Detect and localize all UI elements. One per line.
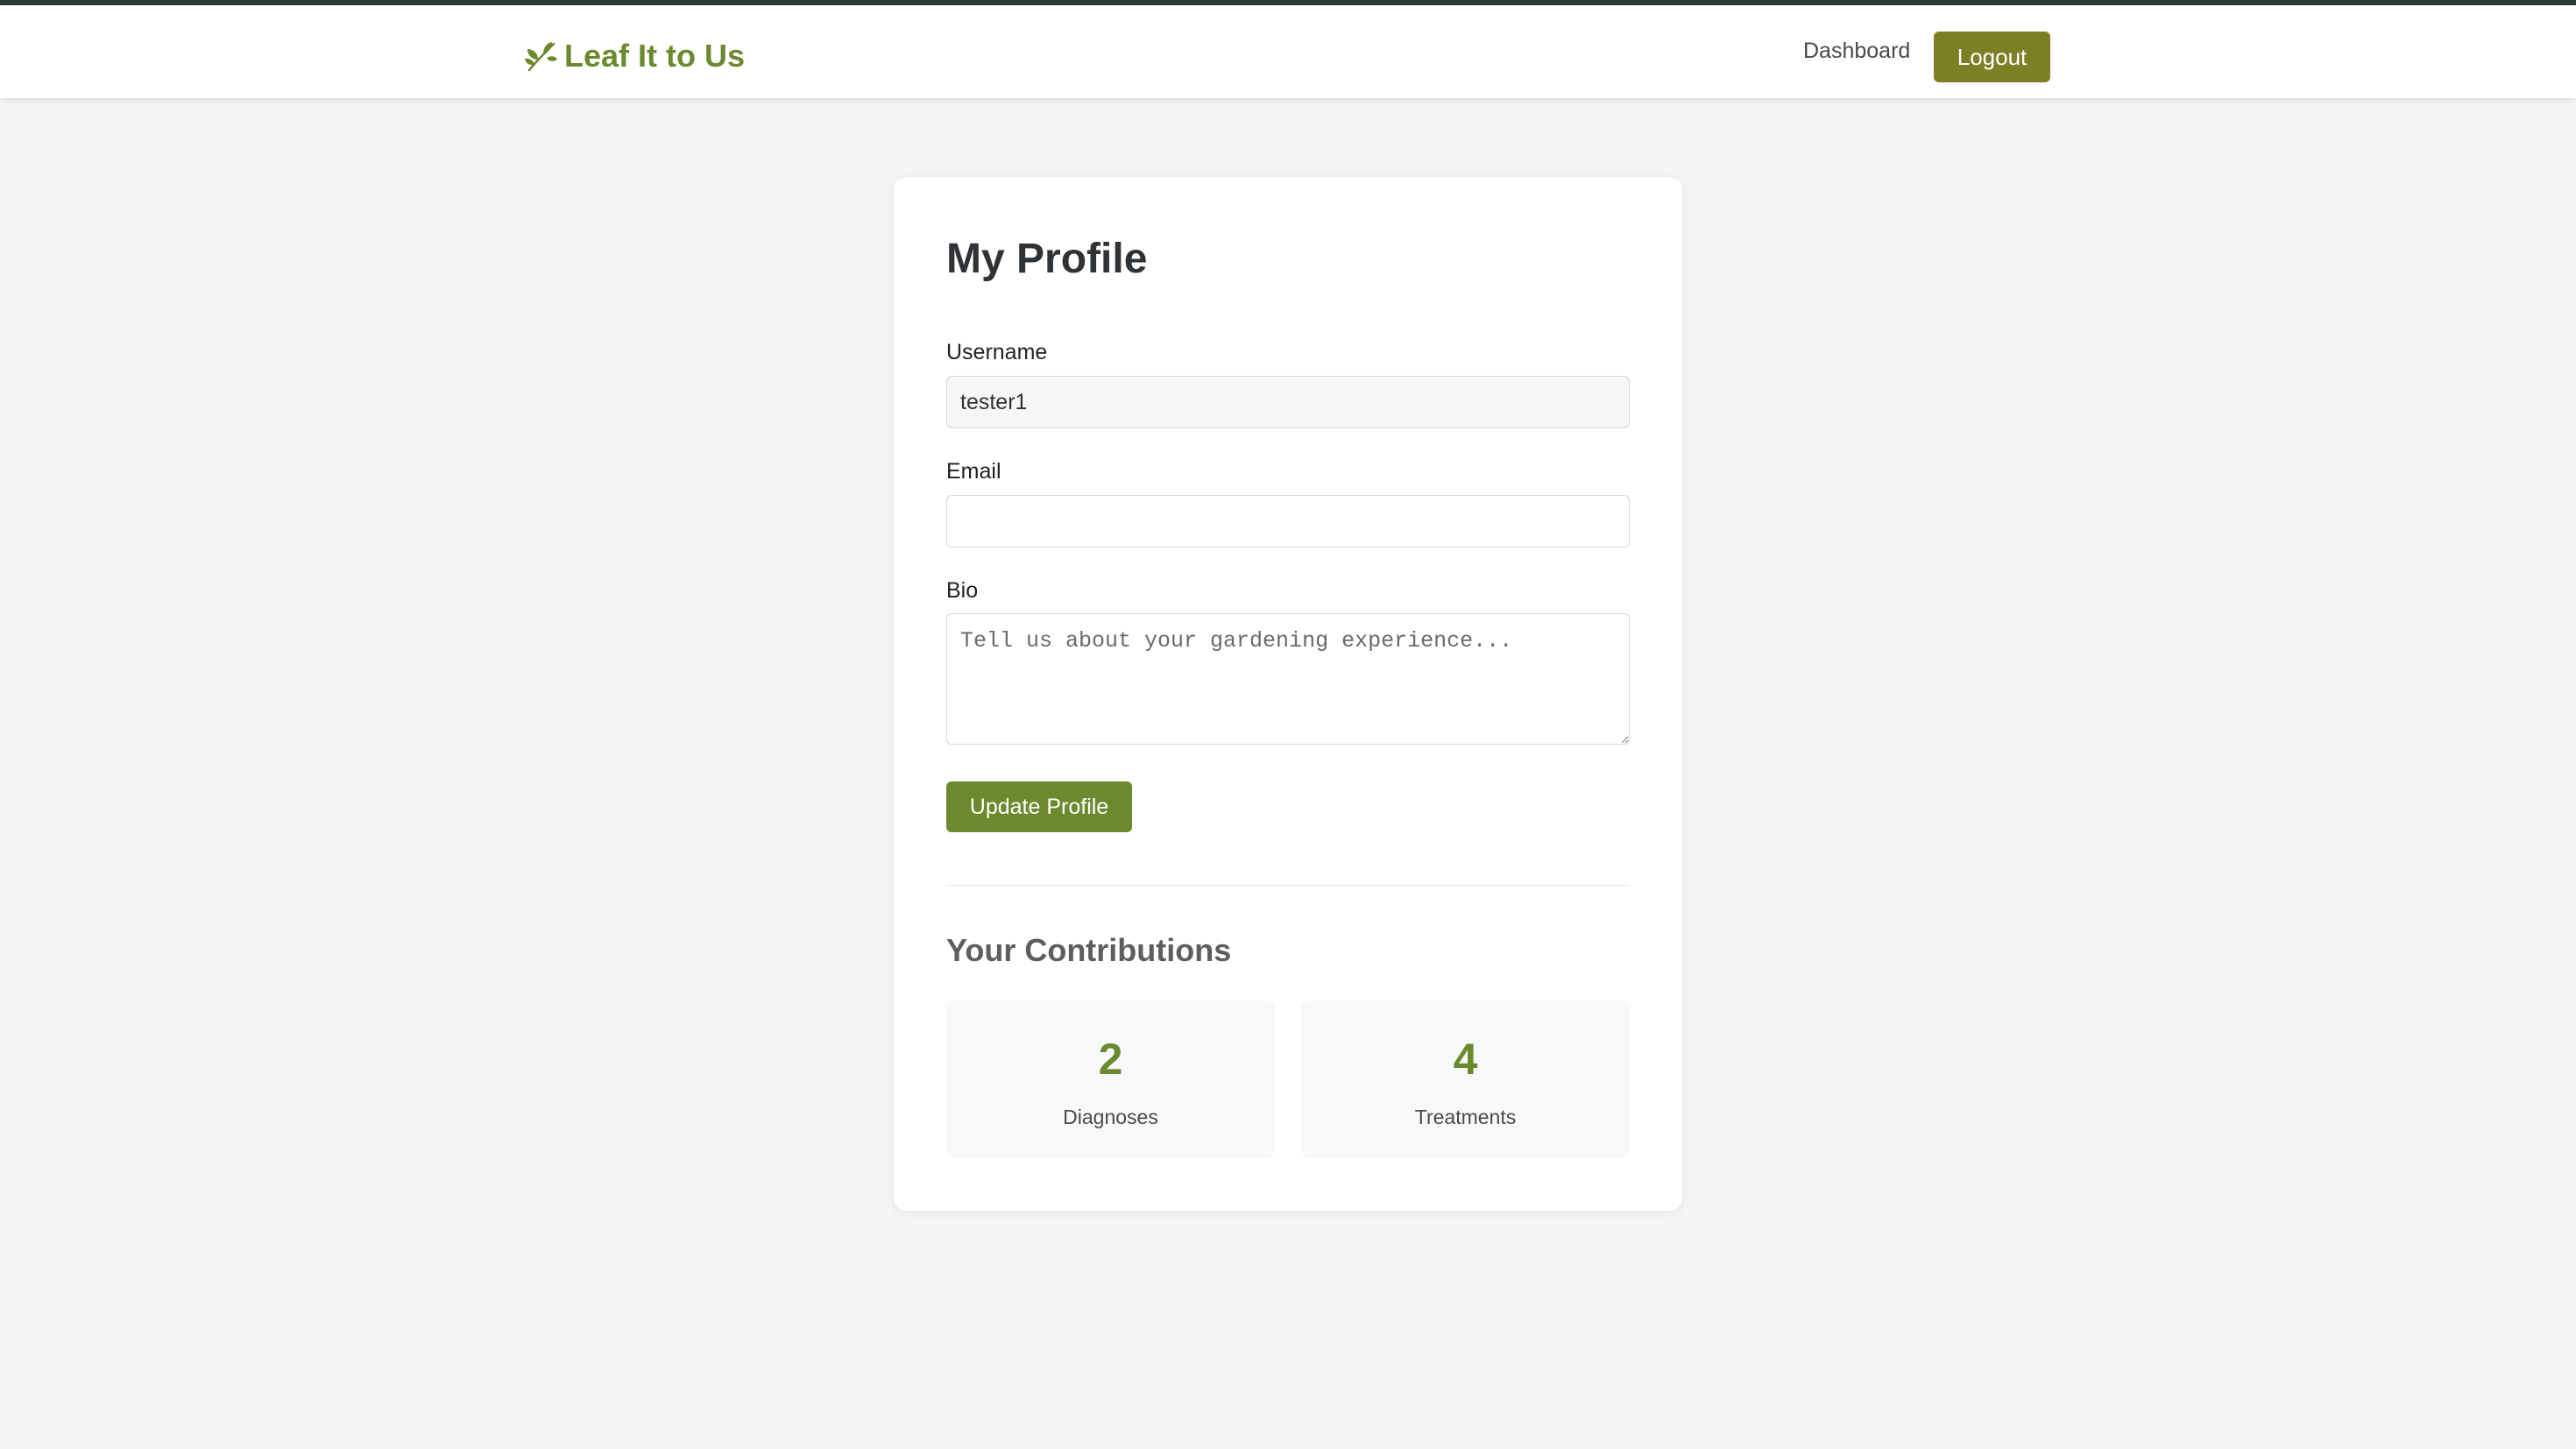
brand-name: Leaf It to Us <box>564 38 746 74</box>
treatments-count: 4 <box>1453 1035 1478 1084</box>
bio-textarea[interactable] <box>946 613 1630 745</box>
email-input[interactable] <box>946 495 1630 548</box>
username-input[interactable] <box>946 376 1630 428</box>
diagnoses-label: Diagnoses <box>1063 1106 1158 1128</box>
bio-label: Bio <box>946 578 979 603</box>
contributions-title: Your Contributions <box>946 932 1232 968</box>
username-label: Username <box>946 340 1048 364</box>
logout-button[interactable]: Logout <box>1934 32 2050 82</box>
email-label: Email <box>946 459 1001 484</box>
app-header: Leaf It to Us Dashboard Logout <box>0 5 2576 98</box>
section-divider <box>946 885 1630 886</box>
update-profile-button[interactable]: Update Profile <box>946 781 1132 832</box>
diagnoses-count: 2 <box>1098 1035 1123 1084</box>
brand-logo-link[interactable]: Leaf It to Us <box>524 32 745 81</box>
profile-card: My Profile Username Email Bio Update Pro… <box>894 177 1682 1211</box>
stat-card-diagnoses: 2 Diagnoses <box>946 1000 1275 1158</box>
treatments-label: Treatments <box>1414 1106 1517 1128</box>
page-title: My Profile <box>946 236 1148 282</box>
nav-dashboard-link[interactable]: Dashboard <box>1803 39 1910 64</box>
stat-card-treatments: 4 Treatments <box>1301 1000 1630 1158</box>
leaf-icon <box>524 39 559 74</box>
